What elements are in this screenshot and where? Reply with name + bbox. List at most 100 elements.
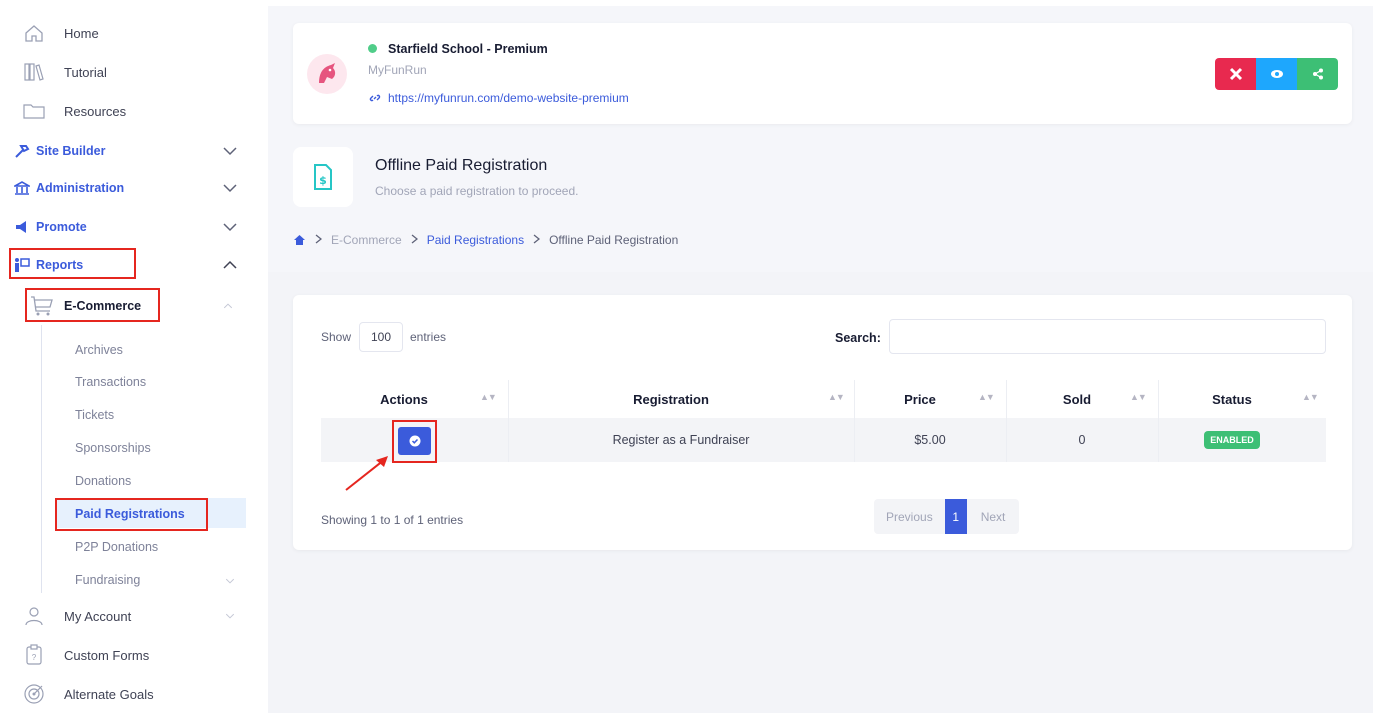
- sidebar-item-label: Home: [64, 25, 99, 41]
- pagination-page-1[interactable]: 1: [944, 499, 967, 534]
- sort-icon: ▲▼: [828, 392, 845, 402]
- sidebar-section-label: Promote: [36, 220, 87, 234]
- site-subtitle: MyFunRun: [368, 63, 427, 77]
- chevron-down-icon: [225, 613, 235, 619]
- view-site-button[interactable]: [1256, 58, 1297, 90]
- breadcrumb-separator: [315, 233, 323, 247]
- home-icon: [22, 21, 46, 45]
- cell-sold: 0: [1078, 433, 1086, 447]
- chevron-down-icon: [225, 578, 235, 584]
- sidebar-item-ecommerce[interactable]: E-Commerce: [0, 290, 268, 322]
- sidebar-section-promote[interactable]: Promote: [0, 211, 268, 243]
- chevron-up-icon: [223, 303, 233, 309]
- sidebar-item-my-account[interactable]: My Account: [0, 600, 268, 632]
- column-header-registration[interactable]: Registration: [508, 380, 834, 418]
- cell-status: ENABLED: [1158, 418, 1306, 462]
- chevron-down-icon: [223, 223, 237, 232]
- page-subtitle: Choose a paid registration to proceed.: [375, 184, 579, 198]
- column-header-status[interactable]: Status: [1158, 380, 1306, 418]
- sidebar-section-site-builder[interactable]: Site Builder: [0, 135, 268, 167]
- sidebar-section-label: Site Builder: [36, 144, 106, 158]
- chevron-down-icon: [223, 184, 237, 193]
- page-icon-tile: $: [293, 147, 353, 207]
- entries-label: entries: [410, 330, 447, 344]
- sidebar-subitem-donations[interactable]: Donations: [75, 474, 131, 488]
- breadcrumb-separator: [411, 233, 418, 247]
- pointer-arrow-icon: [345, 456, 388, 491]
- site-logo: [307, 54, 347, 94]
- sidebar-item-home[interactable]: Home: [0, 17, 268, 49]
- cell-registration: Register as a Fundraiser: [612, 433, 750, 447]
- goal-icon: [22, 682, 46, 706]
- breadcrumb-separator: [533, 233, 541, 247]
- column-header-sold[interactable]: Sold: [1006, 380, 1148, 418]
- reports-icon: [12, 253, 32, 277]
- sidebar-section-reports[interactable]: Reports: [0, 249, 268, 281]
- site-url-link[interactable]: https://myfunrun.com/demo-website-premiu…: [388, 91, 629, 105]
- status-dot: [368, 44, 377, 53]
- hammer-icon: [12, 139, 32, 163]
- sidebar-item-alternate-goals[interactable]: Alternate Goals: [0, 678, 268, 710]
- sidebar-section-administration[interactable]: Administration: [0, 172, 268, 204]
- select-registration-button[interactable]: [398, 427, 431, 455]
- sidebar-item-label: E-Commerce: [64, 299, 142, 313]
- pagination-previous[interactable]: Previous: [874, 499, 945, 534]
- column-header-actions[interactable]: Actions: [321, 380, 487, 418]
- sidebar-item-label: Alternate Goals: [64, 686, 154, 702]
- check-circle-icon: [409, 435, 420, 447]
- page-title: Offline Paid Registration: [375, 157, 548, 174]
- share-icon: [1312, 68, 1323, 80]
- cell-price: $5.00: [914, 433, 946, 447]
- books-icon: [22, 60, 46, 84]
- sidebar-section-label: Reports: [36, 258, 84, 272]
- sidebar-item-label: Tutorial: [64, 64, 107, 80]
- search-input[interactable]: [889, 319, 1326, 354]
- megaphone-icon: [12, 215, 32, 239]
- disable-site-button[interactable]: [1215, 58, 1256, 90]
- sidebar-subitem-sponsorships[interactable]: Sponsorships: [75, 441, 151, 455]
- site-name: Starfield School - Premium: [388, 42, 548, 56]
- sidebar-subitem-p2p-donations[interactable]: P2P Donations: [75, 540, 158, 554]
- form-icon: ?: [22, 643, 46, 667]
- home-icon[interactable]: [293, 234, 306, 246]
- sidebar-subitem-fundraising[interactable]: Fundraising: [75, 573, 140, 587]
- cart-icon: [30, 294, 54, 318]
- site-info-card: [293, 23, 1352, 124]
- search-label: Search:: [835, 331, 881, 345]
- eye-icon: [1270, 70, 1283, 78]
- invoice-dollar-icon: $: [314, 164, 332, 190]
- link-icon: [369, 94, 381, 102]
- pagination-next[interactable]: Next: [967, 499, 1020, 534]
- status-badge: ENABLED: [1204, 431, 1260, 449]
- entries-select[interactable]: 100: [359, 322, 403, 352]
- pagination: Previous 1 Next: [874, 499, 1020, 534]
- sort-icon: ▲▼: [1130, 392, 1147, 402]
- sidebar-subitem-tickets[interactable]: Tickets: [75, 408, 114, 422]
- sidebar-item-tutorial[interactable]: Tutorial: [0, 56, 268, 88]
- sort-icon: ▲▼: [480, 392, 497, 402]
- svg-text:$: $: [319, 174, 327, 187]
- user-icon: [22, 604, 46, 628]
- sort-icon: ▲▼: [1302, 392, 1319, 402]
- folder-icon: [22, 99, 46, 123]
- column-header-price[interactable]: Price: [854, 380, 986, 418]
- sort-icon: ▲▼: [978, 392, 995, 402]
- breadcrumb: E-Commerce Paid Registrations Offline Pa…: [293, 231, 678, 249]
- sidebar-item-resources[interactable]: Resources: [0, 95, 268, 127]
- show-label: Show: [321, 330, 352, 344]
- sidebar-item-label: My Account: [64, 608, 132, 624]
- sidebar: Home Tutorial Resources Site Builder Adm…: [0, 0, 268, 713]
- chevron-up-icon: [223, 260, 237, 269]
- sidebar-item-label: Resources: [64, 103, 127, 119]
- breadcrumb-paid-registrations[interactable]: Paid Registrations: [427, 233, 524, 247]
- sidebar-section-label: Administration: [36, 181, 125, 195]
- sidebar-subitem-transactions[interactable]: Transactions: [75, 375, 146, 389]
- sidebar-item-custom-forms[interactable]: ? Custom Forms: [0, 639, 268, 671]
- submenu-guide-line: [41, 325, 42, 593]
- breadcrumb-ecommerce[interactable]: E-Commerce: [331, 233, 402, 247]
- sidebar-subitem-archives[interactable]: Archives: [75, 343, 123, 357]
- svg-text:?: ?: [32, 653, 37, 662]
- share-site-button[interactable]: [1297, 58, 1338, 90]
- sidebar-subitem-paid-registrations[interactable]: Paid Registrations: [75, 507, 185, 521]
- chevron-down-icon: [223, 147, 237, 156]
